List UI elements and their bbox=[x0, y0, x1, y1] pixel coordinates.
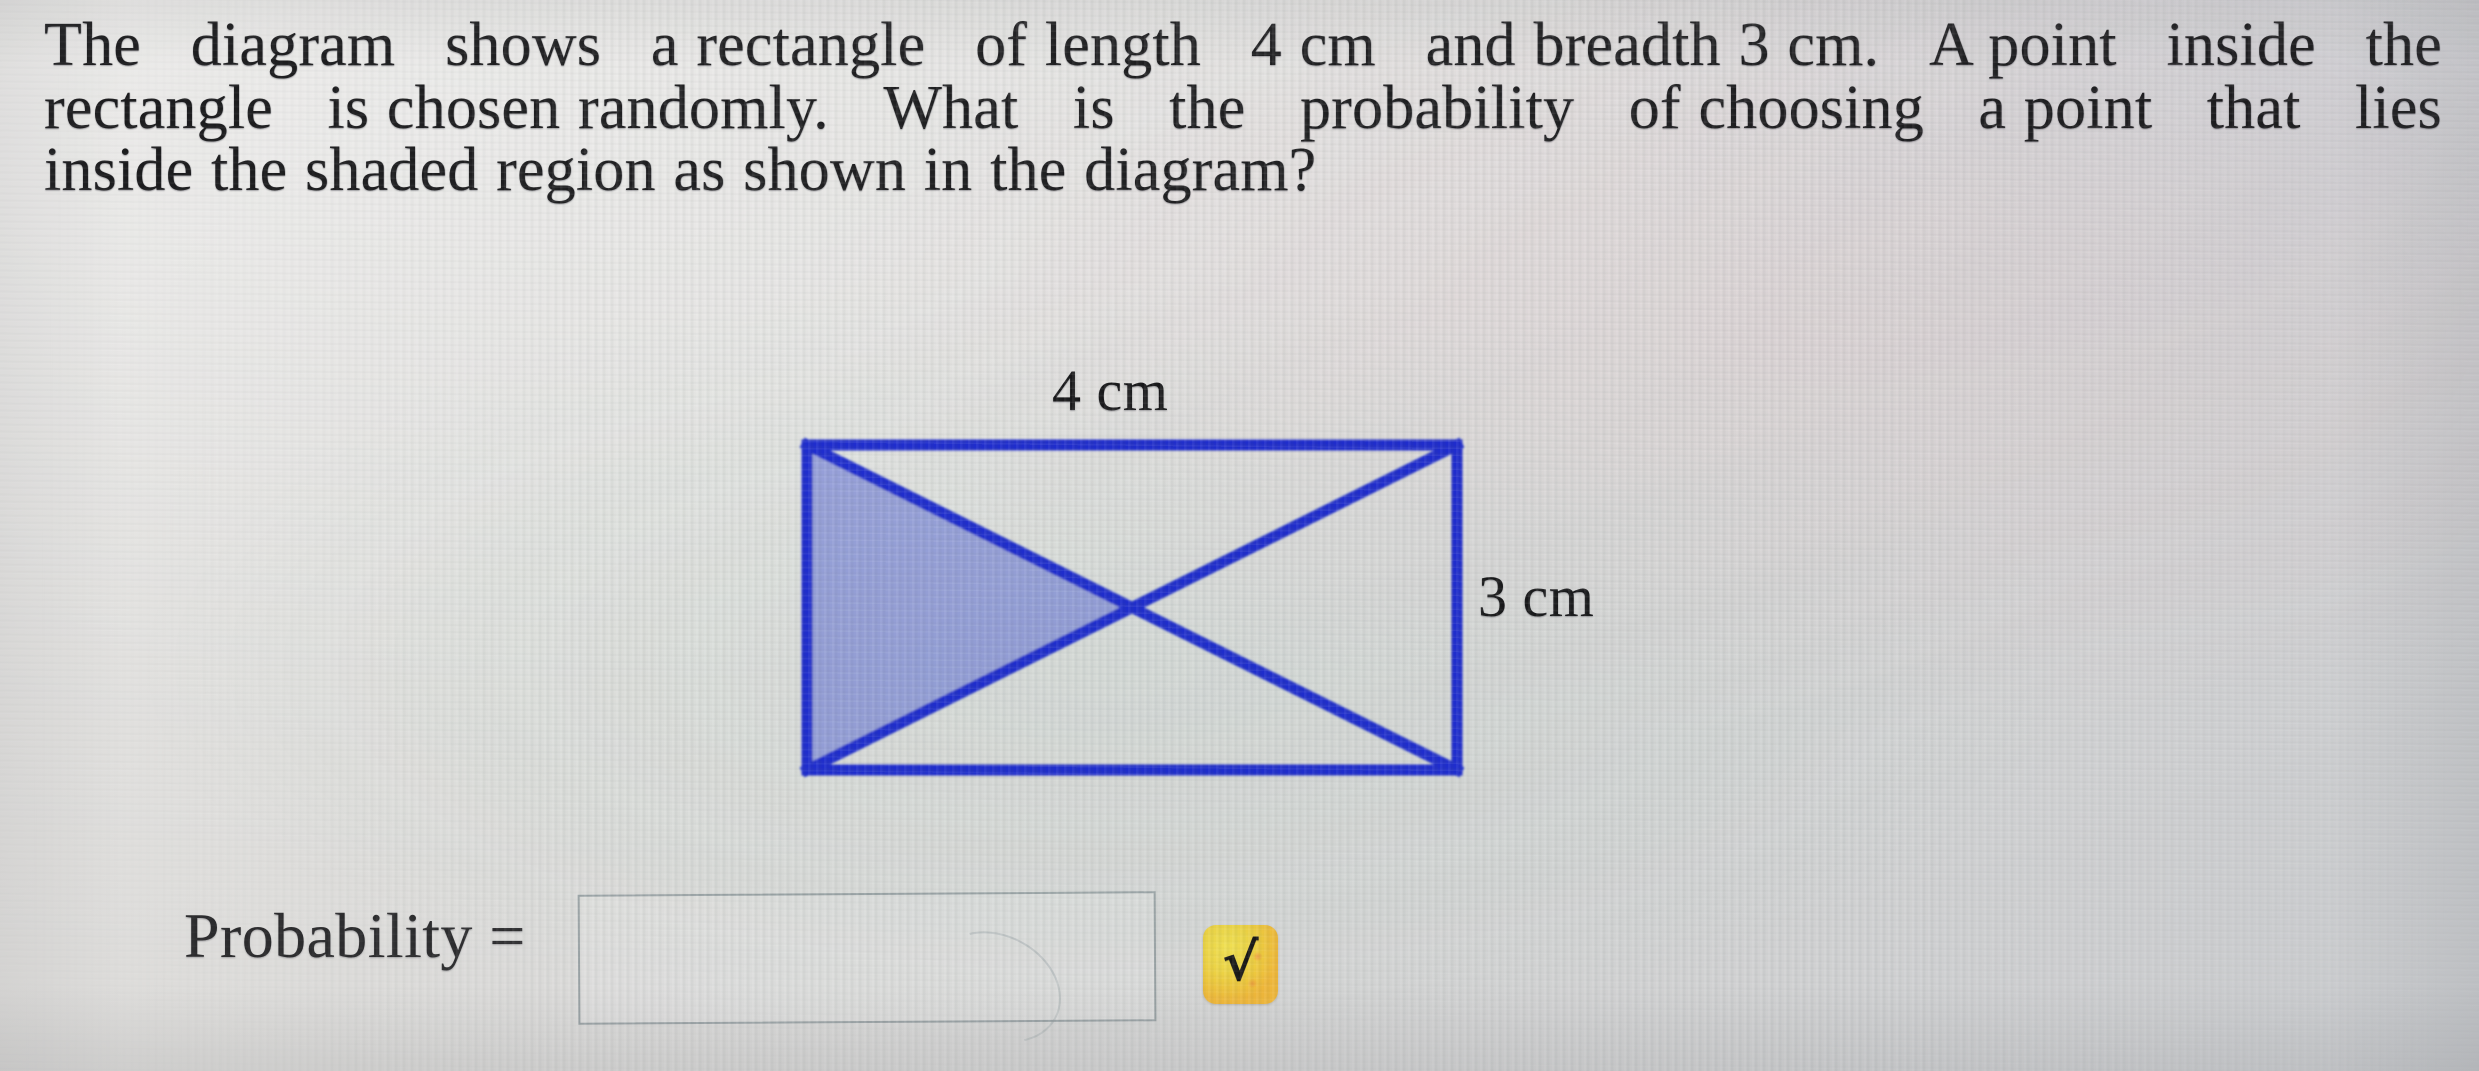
probability-label: Probability = bbox=[184, 900, 526, 971]
question-line-1-word-4: a rectangle bbox=[650, 11, 926, 79]
question-line-1-word-10: the bbox=[2365, 11, 2442, 79]
photographed-screen: The diagram shows a rectangle of length … bbox=[0, 0, 2479, 1071]
question-line-2-word-3: What bbox=[883, 73, 1019, 142]
breadth-label-3cm: 3 cm bbox=[1478, 564, 1595, 629]
question-line-1-word-1: The bbox=[44, 11, 141, 79]
question-line-1-word-8: A point bbox=[1928, 11, 2117, 79]
question-line-1: The diagram shows a rectangle of length … bbox=[44, 14, 2442, 77]
question-line-2-word-5: the bbox=[1169, 73, 1246, 142]
question-line-2-word-9: that bbox=[2206, 73, 2301, 142]
question-text: The diagram shows a rectangle of length … bbox=[44, 14, 2442, 202]
square-root-button[interactable]: √ bbox=[1203, 925, 1278, 1004]
question-line-1-word-9: inside bbox=[2166, 11, 2316, 79]
question-line-1-word-2: diagram bbox=[190, 11, 396, 79]
answer-row: Probability = √ bbox=[0, 880, 2479, 1065]
question-line-1-word-5: of length bbox=[975, 11, 1202, 79]
question-line-2: rectangle is chosen randomly. What is th… bbox=[44, 73, 2442, 142]
question-line-2-word-4: is bbox=[1072, 73, 1115, 142]
question-line-1-word-6: 4 cm bbox=[1250, 11, 1376, 79]
question-line-1-word-7: and breadth 3 cm. bbox=[1425, 11, 1880, 79]
question-line-2-word-2: is chosen randomly. bbox=[327, 73, 829, 142]
probability-answer-input[interactable] bbox=[577, 891, 1157, 1025]
question-line-2-word-6: probability bbox=[1299, 73, 1575, 142]
question-line-2-word-7: of choosing bbox=[1628, 73, 1924, 142]
question-line-3: inside the shaded region as shown in the… bbox=[44, 136, 1317, 205]
question-line-2-word-1: rectangle bbox=[44, 73, 273, 142]
question-line-1-word-3: shows bbox=[445, 11, 602, 79]
question-line-2-word-10: lies bbox=[2354, 73, 2442, 142]
square-root-icon: √ bbox=[1222, 932, 1259, 993]
length-label-4cm: 4 cm bbox=[1052, 358, 1169, 423]
shaded-triangle-region bbox=[807, 445, 1131, 770]
question-line-2-word-8: a point bbox=[1978, 73, 2153, 142]
